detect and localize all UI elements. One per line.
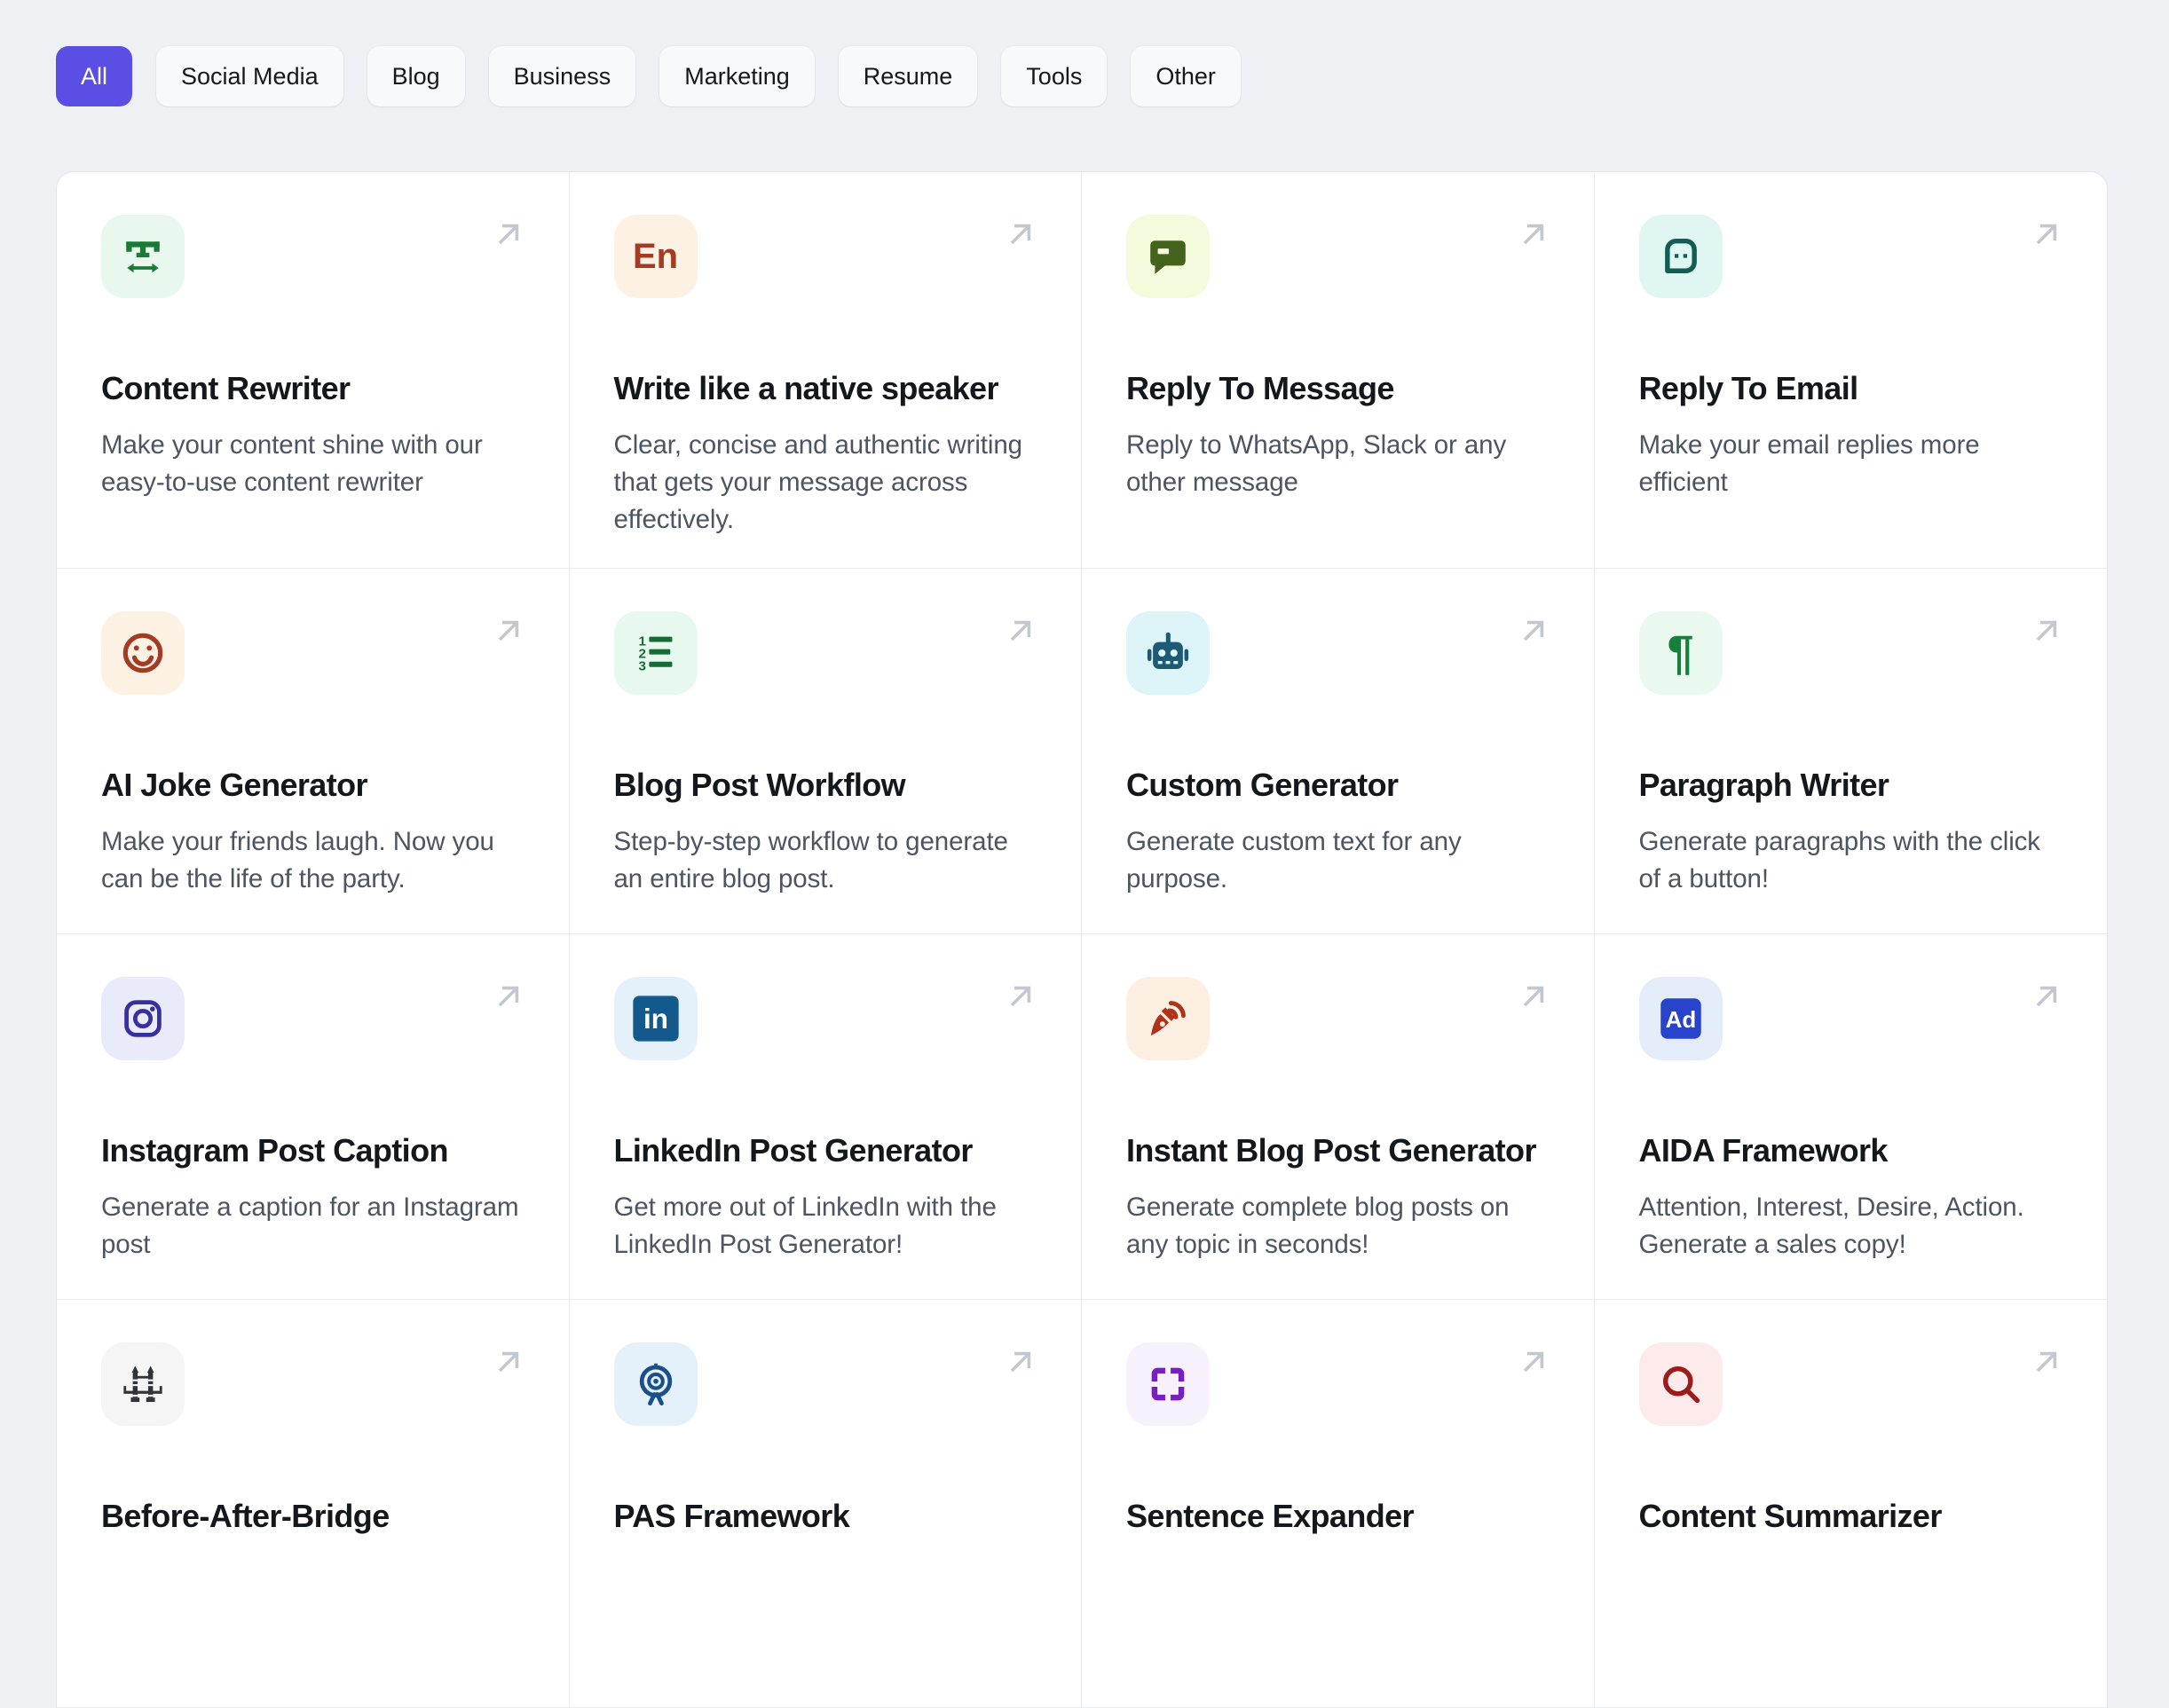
card-blog-post-workflow[interactable]: 1 2 3 Blog Post Workflow Step-by-step wo… (569, 569, 1082, 934)
card-instant-blog-post-generator[interactable]: Instant Blog Post Generator Generate com… (1082, 934, 1595, 1300)
external-link-icon (1516, 216, 1551, 252)
filter-blog[interactable]: Blog (367, 46, 465, 106)
magnifier-icon (1638, 1342, 1723, 1426)
card-title: Reply To Message (1126, 370, 1394, 406)
card-title: Paragraph Writer (1638, 767, 1889, 803)
bridge-icon (101, 1342, 185, 1426)
filter-tools[interactable]: Tools (1001, 46, 1108, 106)
card-reply-to-email[interactable]: Reply To Email Make your email replies m… (1594, 172, 2107, 569)
chat-bubble-icon (1126, 215, 1210, 298)
card-title: AI Joke Generator (101, 767, 368, 803)
external-link-icon (491, 1344, 526, 1380)
instagram-icon (101, 977, 185, 1060)
card-description: Attention, Interest, Desire, Action. Gen… (1638, 1192, 2024, 1259)
svg-text:in: in (643, 1003, 668, 1035)
external-link-icon (1003, 216, 1038, 252)
card-description: Generate complete blog posts on any topi… (1126, 1192, 1510, 1259)
card-description: Generate paragraphs with the click of a … (1638, 827, 2041, 893)
card-title: Content Summarizer (1638, 1498, 1943, 1534)
filter-social-media[interactable]: Social Media (156, 46, 343, 106)
chat-dots-icon (1638, 215, 1723, 298)
card-content-rewriter[interactable]: Content Rewriter Make your content shine… (57, 172, 570, 569)
card-reply-to-message[interactable]: Reply To Message Reply to WhatsApp, Slac… (1082, 172, 1595, 569)
external-link-icon (1003, 979, 1038, 1014)
svg-text:3: 3 (638, 659, 645, 674)
card-title: Write like a native speaker (613, 370, 999, 406)
card-description: Get more out of LinkedIn with the Linked… (613, 1192, 997, 1259)
external-link-icon (491, 216, 526, 252)
card-content-summarizer[interactable]: Content Summarizer (1594, 1300, 2107, 1708)
card-title: AIDA Framework (1638, 1132, 1889, 1169)
external-link-icon (1003, 613, 1038, 649)
external-link-icon (2029, 216, 2064, 252)
svg-text:Ad: Ad (1665, 1006, 1696, 1033)
card-description: Reply to WhatsApp, Slack or any other me… (1126, 430, 1507, 497)
pen-broadcast-icon (1126, 977, 1210, 1060)
external-link-icon (1516, 613, 1551, 649)
card-title: PAS Framework (613, 1498, 850, 1534)
card-title: Custom Generator (1126, 767, 1399, 803)
card-title: Reply To Email (1638, 370, 1859, 406)
filter-business[interactable]: Business (488, 46, 636, 106)
filter-all[interactable]: All (56, 46, 133, 106)
tools-grid: Content Rewriter Make your content shine… (56, 171, 2108, 1708)
card-linkedin-post-generator[interactable]: in LinkedIn Post Generator Get more out … (569, 934, 1082, 1300)
external-link-icon (491, 613, 526, 649)
card-title: Before-After-Bridge (101, 1498, 390, 1534)
card-title: Blog Post Workflow (613, 767, 906, 803)
card-title: Instant Blog Post Generator (1126, 1132, 1536, 1169)
card-title: Instagram Post Caption (101, 1132, 448, 1169)
expand-icon (1126, 1342, 1210, 1426)
english-language-icon: En (613, 215, 698, 298)
card-description: Make your email replies more efficient (1638, 430, 1980, 497)
card-description: Generate custom text for any purpose. (1126, 827, 1462, 893)
card-aida-framework[interactable]: Ad AIDA Framework Attention, Interest, D… (1594, 934, 2107, 1300)
card-custom-generator[interactable]: Custom Generator Generate custom text fo… (1082, 569, 1595, 934)
ad-badge-icon: Ad (1638, 977, 1723, 1060)
category-filter-bar: All Social Media Blog Business Marketing… (56, 46, 1241, 106)
text-width-icon (101, 215, 185, 298)
card-description: Make your content shine with our easy-to… (101, 430, 483, 497)
card-description: Clear, concise and authentic writing tha… (613, 430, 1023, 534)
robot-icon (1126, 611, 1210, 695)
filter-marketing[interactable]: Marketing (659, 46, 815, 106)
card-pas-framework[interactable]: PAS Framework (569, 1300, 1082, 1708)
card-title: Content Rewriter (101, 370, 351, 406)
card-sentence-expander[interactable]: Sentence Expander (1082, 1300, 1595, 1708)
linkedin-icon: in (613, 977, 698, 1060)
card-instagram-post-caption[interactable]: Instagram Post Caption Generate a captio… (57, 934, 570, 1300)
card-ai-joke-generator[interactable]: AI Joke Generator Make your friends laug… (57, 569, 570, 934)
external-link-icon (491, 979, 526, 1014)
card-description: Make your friends laugh. Now you can be … (101, 827, 494, 893)
card-description: Generate a caption for an Instagram post (101, 1192, 519, 1259)
card-title: LinkedIn Post Generator (613, 1132, 974, 1169)
card-description: Step-by-step workflow to generate an ent… (613, 827, 1008, 893)
external-link-icon (2029, 979, 2064, 1014)
card-title: Sentence Expander (1126, 1498, 1415, 1534)
pilcrow-icon: ¶ (1638, 611, 1723, 695)
external-link-icon (1516, 1344, 1551, 1380)
card-write-like-a-native-speaker[interactable]: En Write like a native speaker Clear, co… (569, 172, 1082, 569)
external-link-icon (2029, 1344, 2064, 1380)
numbered-list-icon: 1 2 3 (613, 611, 698, 695)
card-paragraph-writer[interactable]: ¶ Paragraph Writer Generate paragraphs w… (1594, 569, 2107, 934)
target-icon (613, 1342, 698, 1426)
external-link-icon (1516, 979, 1551, 1014)
external-link-icon (1003, 1344, 1038, 1380)
card-before-after-bridge[interactable]: Before-After-Bridge (57, 1300, 570, 1708)
external-link-icon (2029, 613, 2064, 649)
filter-other[interactable]: Other (1131, 46, 1241, 106)
filter-resume[interactable]: Resume (838, 46, 978, 106)
smiley-icon (101, 611, 185, 695)
